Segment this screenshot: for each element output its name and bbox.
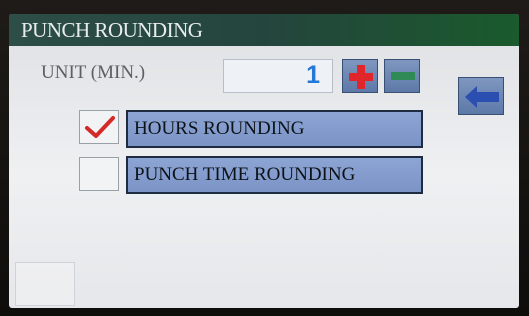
decrement-button[interactable] <box>384 59 420 93</box>
unit-value-field: 1 <box>223 59 333 93</box>
page-title: PUNCH ROUNDING <box>21 18 203 42</box>
unit-value: 1 <box>306 61 320 89</box>
touch-screen: PUNCH ROUNDING UNIT (MIN.) 1 HOURS ROUND… <box>9 14 519 308</box>
increment-button[interactable] <box>342 59 378 93</box>
hours-rounding-checkbox[interactable] <box>79 110 119 144</box>
device-bezel: PUNCH ROUNDING UNIT (MIN.) 1 HOURS ROUND… <box>0 0 529 316</box>
checkmark-icon <box>85 116 115 138</box>
punch-time-rounding-checkbox[interactable] <box>79 157 119 191</box>
unit-label: UNIT (MIN.) <box>41 62 146 83</box>
punch-time-rounding-option[interactable]: PUNCH TIME ROUNDING <box>126 156 423 194</box>
minus-icon <box>391 72 415 80</box>
corner-button[interactable] <box>15 262 75 306</box>
back-arrow-icon <box>465 86 499 108</box>
plus-icon <box>349 65 373 89</box>
back-button[interactable] <box>458 77 504 115</box>
hours-rounding-option[interactable]: HOURS ROUNDING <box>126 110 423 148</box>
title-bar: PUNCH ROUNDING <box>9 14 519 46</box>
